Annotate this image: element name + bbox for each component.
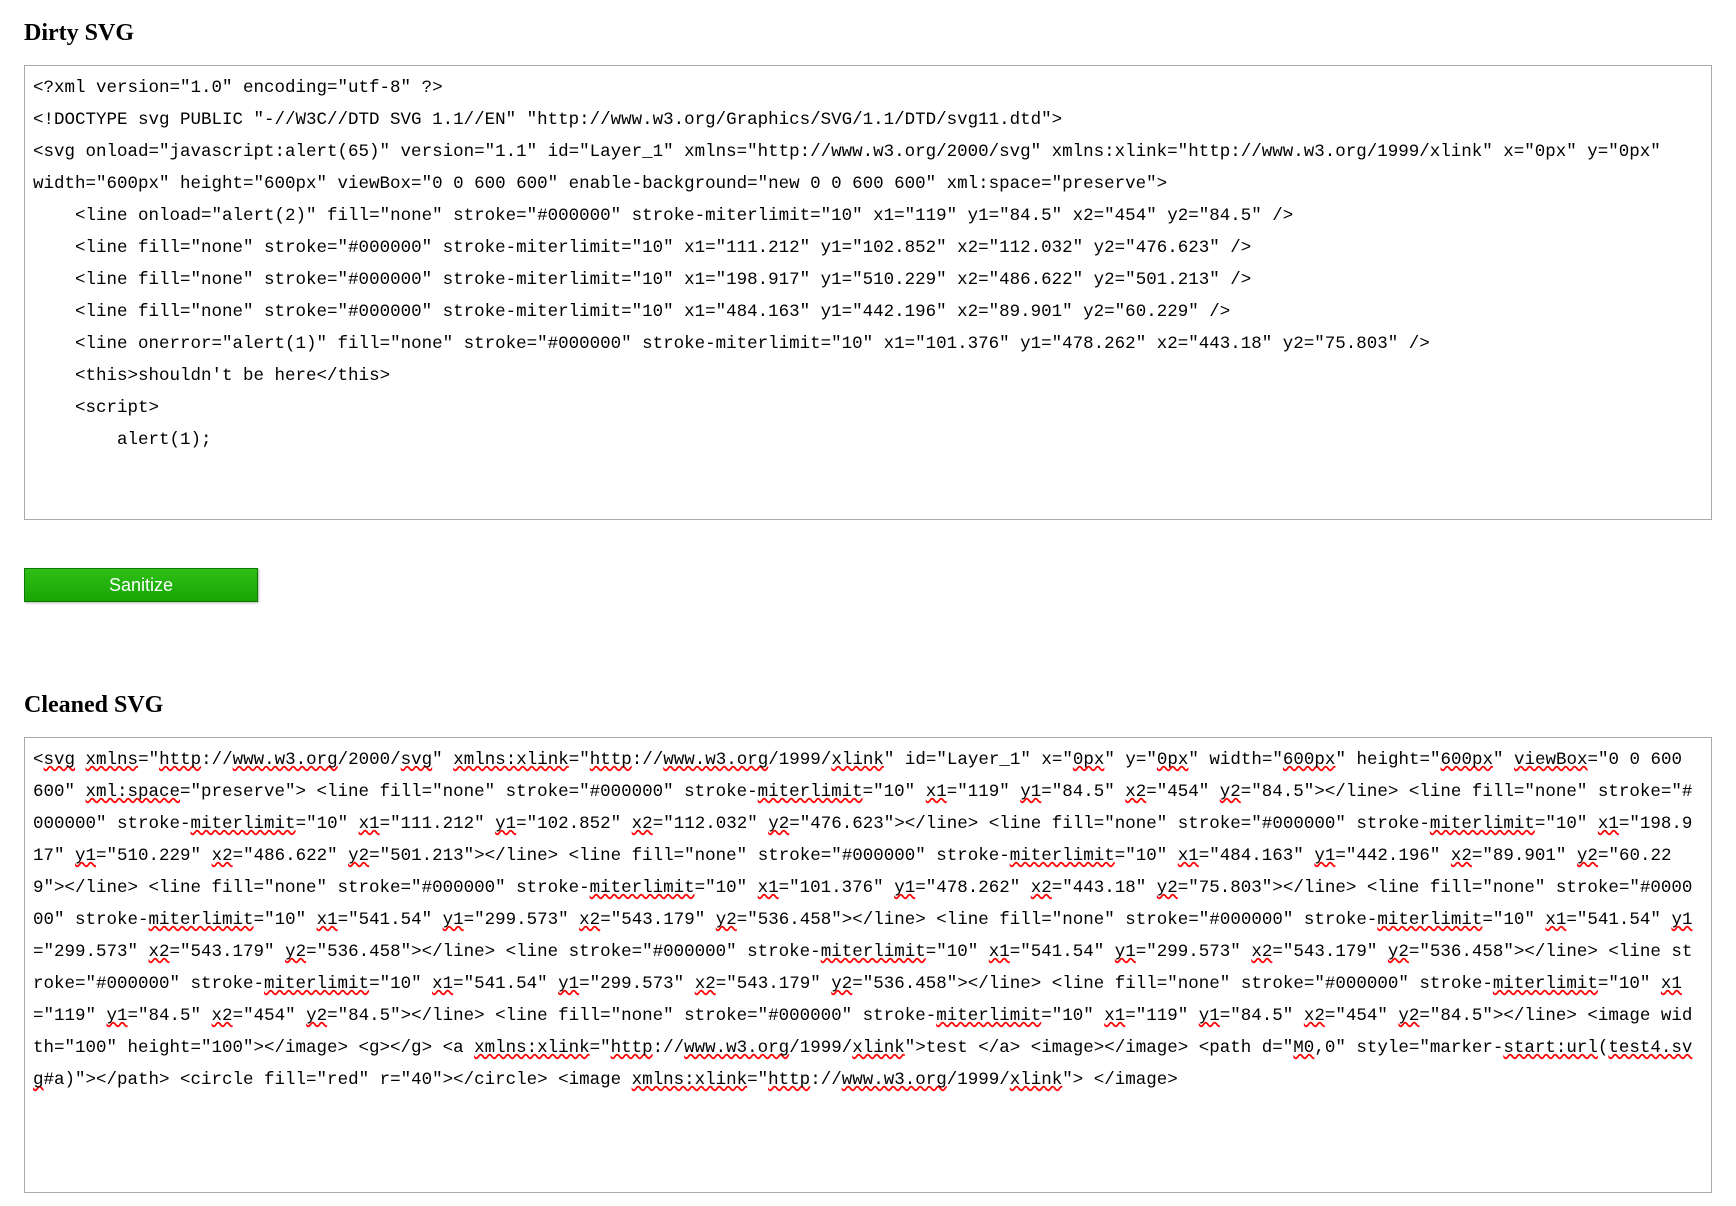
sanitize-button[interactable]: Sanitize (24, 568, 258, 602)
dirty-svg-textarea[interactable] (25, 66, 1711, 514)
cleaned-svg-textarea[interactable]: <svg xmlns="http://www.w3.org/2000/svg" … (24, 737, 1712, 1193)
cleaned-svg-heading: Cleaned SVG (24, 692, 1712, 719)
dirty-svg-heading: Dirty SVG (24, 20, 1712, 47)
dirty-svg-textarea-wrap (24, 65, 1712, 520)
